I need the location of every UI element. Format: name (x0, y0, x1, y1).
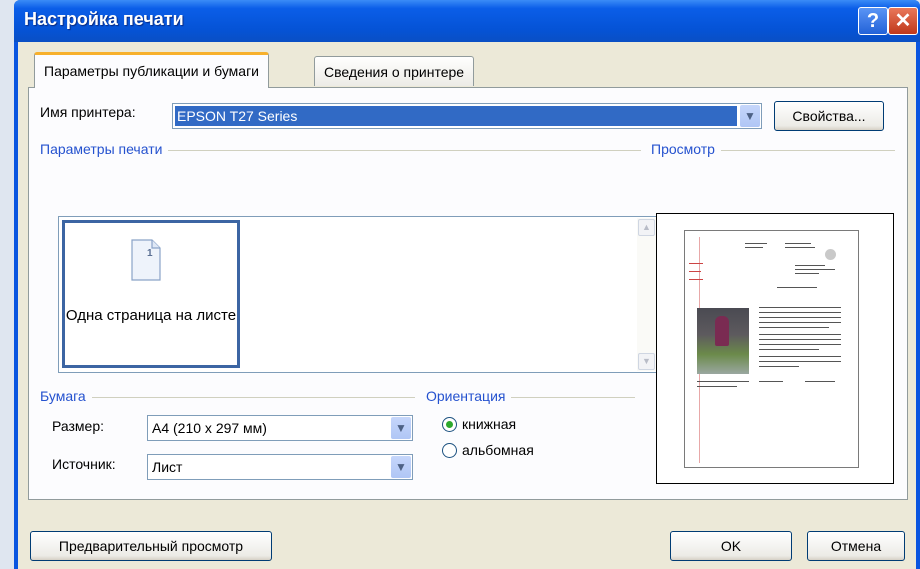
printer-select[interactable]: EPSON T27 Series ▼ (172, 103, 762, 129)
close-icon: ✕ (894, 10, 912, 32)
help-button[interactable]: ? (858, 7, 888, 35)
orientation-portrait-label[interactable]: книжная (462, 416, 516, 432)
preview-group-label: Просмотр (651, 141, 721, 157)
page-icon-number: 1 (147, 248, 153, 259)
scroll-up-icon[interactable]: ▲ (638, 219, 655, 236)
orientation-landscape-radio[interactable] (442, 443, 457, 458)
dialog-client-area: Параметры публикации и бумаги Сведения о… (18, 42, 916, 569)
tab-publication-paper[interactable]: Параметры публикации и бумаги (34, 52, 270, 88)
preview-page-thumbnail (684, 230, 859, 468)
preview-box (656, 213, 894, 484)
chevron-down-icon[interactable]: ▼ (391, 417, 411, 439)
print-options-group-label: Параметры печати (40, 141, 169, 157)
paper-size-label: Размер: (52, 418, 105, 434)
paper-size-select[interactable]: A4 (210 x 297 мм) ▼ (147, 415, 413, 441)
orientation-landscape-label[interactable]: альбомная (462, 442, 534, 458)
properties-button[interactable]: Свойства... (774, 101, 884, 131)
paper-group-label: Бумага (40, 388, 92, 404)
paper-source-select[interactable]: Лист ▼ (147, 454, 413, 480)
orientation-group-label: Ориентация (426, 388, 512, 404)
scroll-down-icon[interactable]: ▼ (638, 353, 655, 370)
preview-photo (697, 308, 749, 374)
tab-panel: Имя принтера: EPSON T27 Series ▼ Свойств… (28, 87, 908, 500)
pages-per-sheet-list[interactable]: 1 Одна страница на листе ▲ ▼ (58, 216, 658, 373)
print-setup-dialog: Настройка печати ? ✕ Параметры публикаци… (14, 0, 920, 569)
chevron-down-icon[interactable]: ▼ (391, 456, 411, 478)
paper-divider (43, 397, 415, 398)
orientation-portrait-radio[interactable] (442, 417, 457, 432)
printer-name-label: Имя принтера: (40, 104, 136, 120)
pages-per-sheet-option-one[interactable]: 1 Одна страница на листе (62, 220, 240, 368)
vertical-scrollbar[interactable]: ▲ ▼ (637, 218, 656, 371)
cancel-button[interactable]: Отмена (807, 531, 905, 561)
chevron-down-icon[interactable]: ▼ (740, 105, 760, 127)
option-label: Одна страница на листе (65, 307, 237, 324)
page-icon (131, 239, 161, 281)
ok-button[interactable]: OK (670, 531, 792, 561)
paper-size-value: A4 (210 x 297 мм) (152, 420, 267, 436)
tab-printer-info[interactable]: Сведения о принтере (314, 56, 475, 86)
paper-source-value: Лист (152, 459, 183, 475)
paper-source-label: Источник: (52, 456, 116, 472)
printer-select-value: EPSON T27 Series (175, 106, 737, 126)
help-icon: ? (866, 10, 880, 32)
window-title: Настройка печати (24, 9, 184, 29)
close-button[interactable]: ✕ (888, 7, 918, 35)
print-preview-button[interactable]: Предварительный просмотр (30, 531, 272, 561)
title-bar[interactable]: Настройка печати ? ✕ (14, 0, 920, 42)
